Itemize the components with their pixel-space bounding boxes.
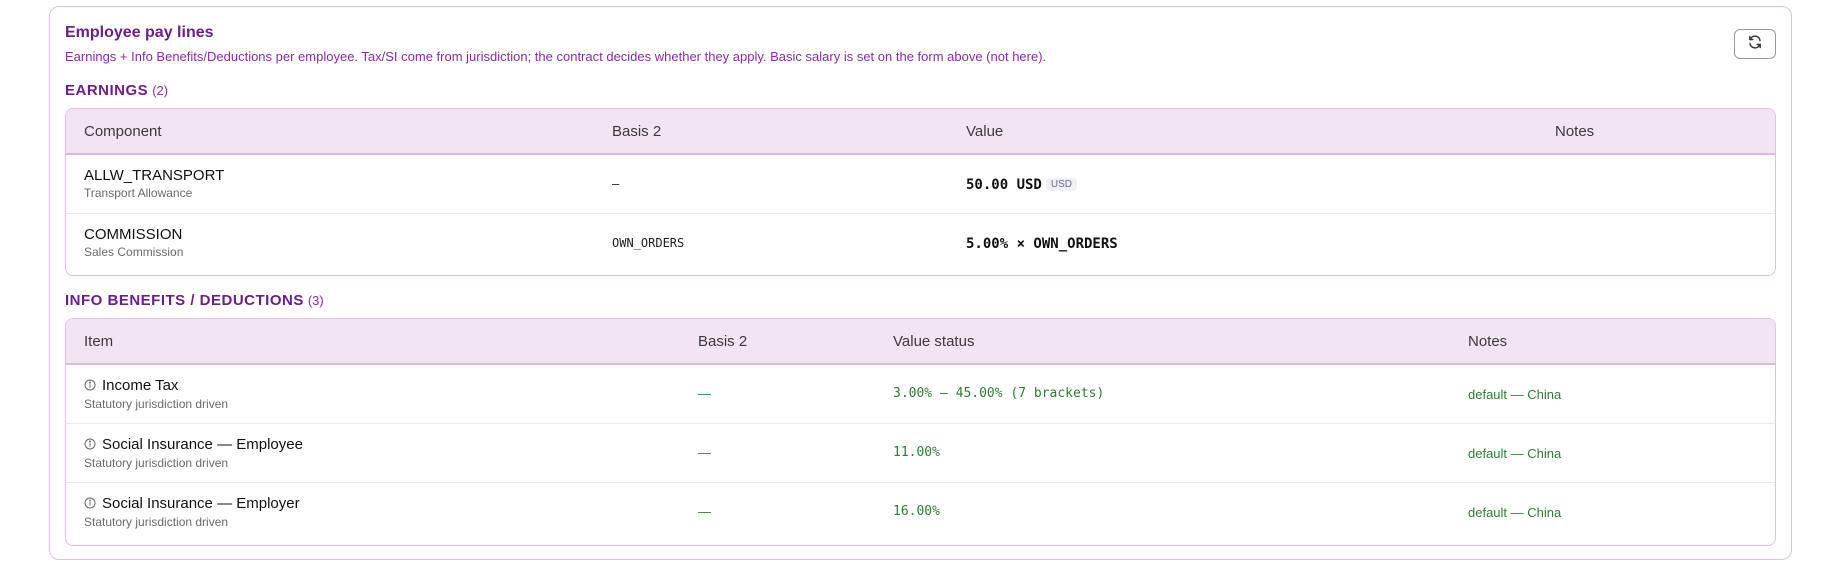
info-table-header: Item Basis 2 Value status Notes: [66, 319, 1775, 365]
col-basis-2: Basis 2: [612, 123, 662, 140]
refresh-icon: [1747, 34, 1763, 55]
info-table: Item Basis 2 Value status Notes Income T…: [65, 318, 1776, 546]
value-cell: 50.00 USD USD: [966, 176, 1077, 194]
item-name: Social Insurance — Employer: [102, 495, 300, 512]
col-notes: Notes: [1555, 123, 1595, 140]
table-row: Income Tax Statutory jurisdiction driven…: [66, 365, 1775, 424]
basis-cell: —: [698, 445, 711, 460]
item-desc: Statutory jurisdiction driven: [84, 456, 229, 470]
notes-cell: default — China: [1468, 446, 1562, 461]
component-code: COMMISSION: [84, 226, 183, 243]
item-name: Social Insurance — Employee: [102, 436, 303, 453]
info-count: (3): [307, 293, 324, 308]
table-row: ALLW_TRANSPORT Transport Allowance – 50.…: [66, 155, 1775, 214]
item-desc: Statutory jurisdiction driven: [84, 397, 229, 411]
panel-subtitle: Earnings + Info Benefits/Deductions per …: [65, 49, 1047, 64]
info-section-label: INFO BENEFITS / DEDUCTIONS (3): [65, 292, 324, 309]
basis-cell: –: [612, 177, 620, 191]
value-status-cell: 3.00% – 45.00% (7 brackets): [893, 386, 1105, 401]
table-row: COMMISSION Sales Commission OWN_ORDERS 5…: [66, 214, 1775, 273]
col-notes: Notes: [1468, 333, 1508, 350]
info-icon: [84, 496, 96, 513]
notes-cell: default — China: [1468, 387, 1562, 402]
notes-cell: default — China: [1468, 505, 1562, 520]
value-cell: 5.00% × OWN_ORDERS: [966, 235, 1118, 253]
earnings-label: EARNINGS: [65, 82, 149, 99]
basis-cell: —: [698, 504, 711, 519]
table-row: Social Insurance — Employer Statutory ju…: [66, 483, 1775, 542]
refresh-button[interactable]: [1734, 29, 1776, 59]
currency-badge: USD: [1045, 178, 1077, 191]
col-item: Item: [84, 333, 114, 350]
earnings-table: Component Basis 2 Value Notes ALLW_TRANS…: [65, 108, 1776, 276]
earnings-count: (2): [152, 83, 169, 98]
value-status-cell: 16.00%: [893, 504, 940, 519]
component-code: ALLW_TRANSPORT: [84, 167, 225, 184]
col-component: Component: [84, 123, 162, 140]
value-status-cell: 11.00%: [893, 445, 940, 460]
value-amount: 5.00% × OWN_ORDERS: [966, 236, 1118, 252]
col-value: Value: [966, 123, 1004, 140]
earnings-table-header: Component Basis 2 Value Notes: [66, 109, 1775, 155]
component-desc: Transport Allowance: [84, 186, 193, 200]
basis-cell: —: [698, 386, 711, 401]
item-name: Income Tax: [102, 377, 179, 394]
earnings-section-label: EARNINGS (2): [65, 82, 168, 99]
info-icon: [84, 437, 96, 454]
value-amount: 50.00 USD: [966, 177, 1042, 193]
component-cell: ALLW_TRANSPORT Transport Allowance: [84, 167, 224, 200]
info-label: INFO BENEFITS / DEDUCTIONS: [65, 292, 304, 309]
item-cell: Income Tax Statutory jurisdiction driven: [84, 377, 228, 411]
item-desc: Statutory jurisdiction driven: [84, 515, 229, 529]
item-cell: Social Insurance — Employer Statutory ju…: [84, 495, 300, 529]
item-cell: Social Insurance — Employee Statutory ju…: [84, 436, 303, 470]
panel-title: Employee pay lines: [65, 24, 214, 41]
basis-cell: OWN_ORDERS: [612, 236, 685, 250]
info-icon: [84, 378, 96, 395]
col-basis-2: Basis 2: [698, 333, 748, 350]
table-row: Social Insurance — Employee Statutory ju…: [66, 424, 1775, 483]
col-value-status: Value status: [893, 333, 975, 350]
component-cell: COMMISSION Sales Commission: [84, 226, 183, 259]
component-desc: Sales Commission: [84, 245, 184, 259]
